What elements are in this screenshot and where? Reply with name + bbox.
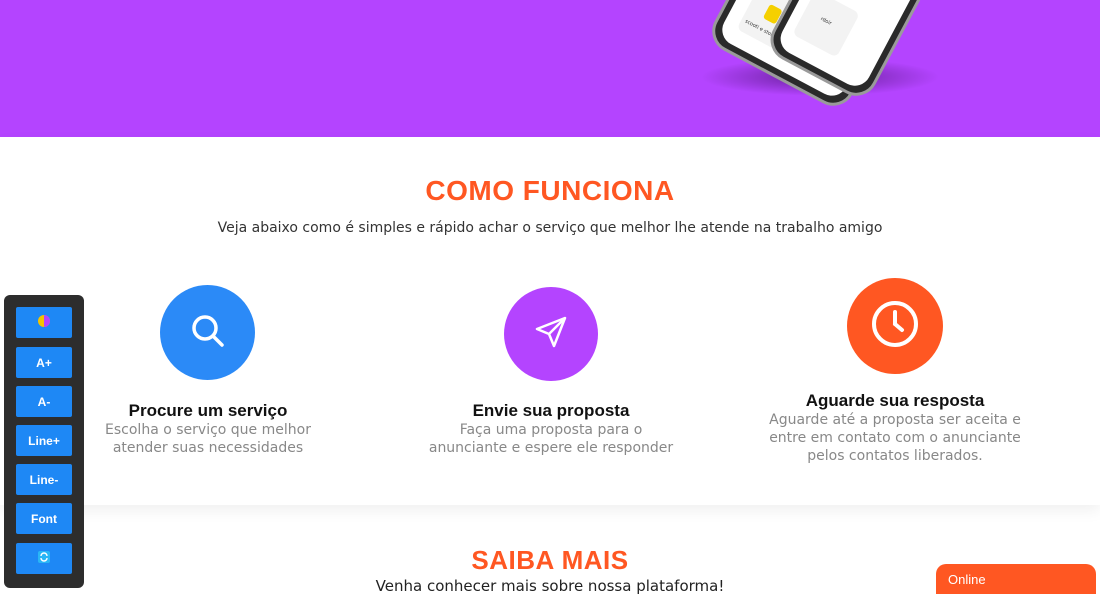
hero-banner: scooti e stoni rdoir	[0, 0, 1100, 137]
contrast-icon	[37, 314, 51, 331]
step-send-proposal: Envie sua proposta Faça uma proposta par…	[401, 287, 701, 467]
step-description: Escolha o serviço que melhor atender sua…	[105, 422, 311, 456]
step-title: Aguarde sua resposta	[805, 391, 985, 410]
step-title: Procure um serviço	[128, 401, 288, 420]
reset-icon	[38, 551, 50, 566]
step-description: Aguarde até a proposta ser aceita e entr…	[769, 412, 1021, 464]
step-search: Procure um serviço Escolha o serviço que…	[58, 285, 358, 465]
step-title: Envie sua proposta	[472, 401, 630, 420]
section-title: COMO FUNCIONA	[425, 175, 675, 206]
reset-button[interactable]	[16, 543, 72, 574]
online-chat-tab[interactable]: Online	[936, 564, 1096, 594]
step-icon-circle	[847, 278, 943, 374]
section-subtitle: Veja abaixo como é simples e rápido acha…	[217, 220, 883, 236]
line-increase-button[interactable]: Line+	[16, 425, 72, 456]
search-icon	[188, 311, 228, 355]
send-icon	[533, 314, 569, 354]
accessibility-toolbar: A+ A- Line+ Line- Font	[4, 295, 84, 588]
saiba-mais-subtitle: Venha conhecer mais sobre nossa platafor…	[375, 577, 725, 595]
step-description: Faça uma proposta para o anunciante e es…	[428, 422, 674, 456]
font-increase-button[interactable]: A+	[16, 347, 72, 378]
clock-icon	[869, 298, 921, 354]
app-tile-label: rdoir	[819, 16, 833, 27]
saiba-mais-title: SAIBA MAIS	[471, 545, 629, 575]
step-icon-circle	[504, 287, 598, 381]
step-icon-circle	[160, 285, 255, 380]
contrast-button[interactable]	[16, 307, 72, 338]
font-toggle-button[interactable]: Font	[16, 503, 72, 534]
font-decrease-button[interactable]: A-	[16, 386, 72, 417]
step-await-response: Aguarde sua resposta Aguarde até a propo…	[745, 278, 1045, 478]
how-it-works-section: COMO FUNCIONA Veja abaixo como é simples…	[0, 137, 1100, 505]
line-decrease-button[interactable]: Line-	[16, 464, 72, 495]
